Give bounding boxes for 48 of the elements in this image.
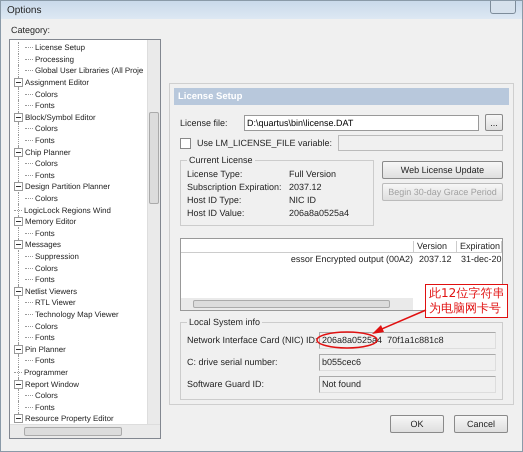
group-title: Current License [188, 155, 254, 165]
checkbox-label: Use LM_LICENSE_FILE variable: [197, 138, 332, 148]
vertical-scrollbar[interactable] [147, 40, 160, 424]
window-title: Options [7, 4, 42, 16]
collapse-icon[interactable] [14, 148, 23, 157]
info-label: Network Interface Card (NIC) ID: [187, 335, 319, 345]
column-header: Expiration [457, 241, 502, 252]
info-label: Subscription Expiration: [187, 182, 283, 192]
collapse-icon[interactable] [14, 380, 23, 389]
variable-field[interactable] [338, 135, 503, 151]
category-label: Category: [11, 25, 52, 35]
annotation-text: 为电脑网卡号 [429, 301, 502, 316]
field-label: License file: [180, 118, 229, 128]
collapse-icon[interactable] [14, 217, 23, 226]
info-label: Software Guard ID: [187, 379, 266, 389]
info-label: C: drive serial number: [187, 357, 279, 367]
read-only-field: Not found [319, 376, 496, 392]
column-header: Version [414, 241, 457, 252]
panel-header: License Setup [174, 88, 509, 105]
info-label: License Type: [187, 168, 244, 178]
group-title: Local System info [188, 317, 262, 327]
checkbox[interactable] [180, 138, 191, 148]
collapse-icon[interactable] [14, 78, 23, 88]
collapse-icon[interactable] [14, 112, 23, 122]
close-button[interactable] [490, 1, 516, 14]
info-value: 2037.12 [289, 182, 322, 192]
info-label: Host ID Value: [187, 208, 246, 218]
info-value: Full Version [289, 168, 336, 178]
collapse-icon[interactable] [14, 286, 23, 296]
license-file-field[interactable]: D:\quartus\bin\license.DAT [244, 114, 479, 130]
info-value: NIC ID [289, 194, 316, 204]
horizontal-scrollbar[interactable] [10, 424, 160, 438]
table-cell-text: 31-dec-20 [460, 254, 502, 264]
license-button[interactable]: Web License Update [382, 161, 503, 179]
table-cell-text: 2037.12 [418, 254, 453, 264]
table-cell-text: essor Encrypted output (00A2) [290, 254, 414, 264]
collapse-icon[interactable] [14, 182, 23, 192]
browse-button[interactable]: ... [485, 114, 503, 131]
collapse-icon[interactable] [14, 240, 23, 250]
info-value: 206a8a0525a4 [289, 208, 350, 218]
collapse-icon[interactable] [14, 344, 23, 354]
horizontal-scrollbar[interactable] [181, 298, 413, 310]
read-only-field: b055cec6 [319, 354, 496, 370]
annotation-text: 此12位字符串 [429, 286, 504, 301]
info-label: Host ID Type: [187, 194, 242, 204]
dialog-button[interactable]: OK [390, 415, 444, 433]
dialog-button[interactable]: Cancel [454, 415, 508, 433]
collapse-icon[interactable] [14, 414, 23, 424]
